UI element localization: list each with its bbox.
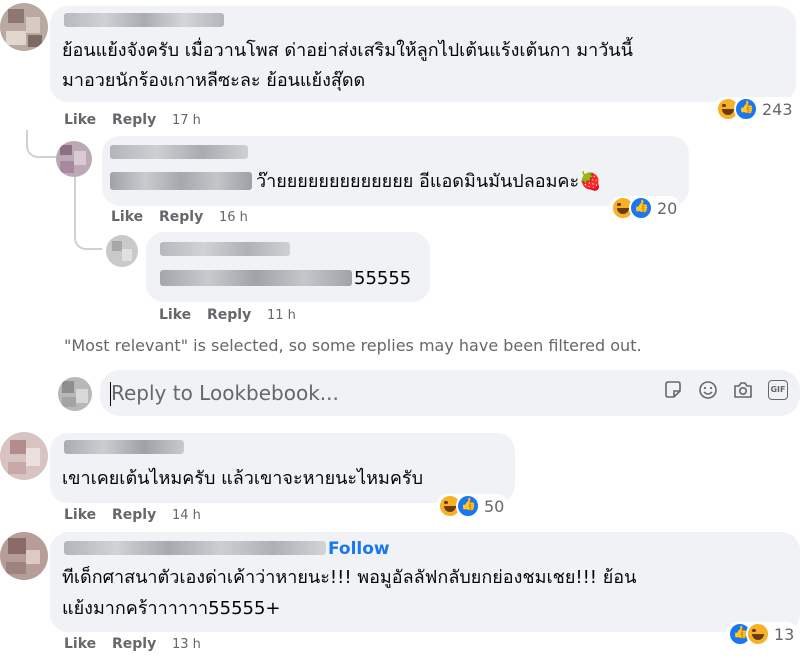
reply-input-placeholder: Reply to Lookbebook... [111,381,339,405]
reply-button[interactable]: Reply [112,507,156,523]
thread-connector [74,176,76,220]
timestamp[interactable]: 14 h [172,508,201,523]
avatar [58,377,92,411]
comment-text: เขาเคยเต้นไหมครับ แล้วเขาจะหายนะไหมครับ [62,468,424,489]
follow-button[interactable]: Follow [328,539,390,559]
reply-bubble: ว๊ายยยยยยยยยยยยย อีแอดมินมันปลอมคะ🍓 [102,136,689,206]
comment-bubble: ย้อนแย้งจังครับ เมื่อวานโพส ด่าอย่าส่งเส… [50,6,796,102]
reply-input[interactable]: Reply to Lookbebook... GIF [100,370,800,416]
comment-text: ว๊ายยยยยยยยยยยยย อีแอดมินมันปลอมคะ🍓 [256,171,602,192]
reaction-summary[interactable]: 243 [714,97,797,121]
comment-bubble: เขาเคยเต้นไหมครับ แล้วเขาจะหายนะไหมครับ [50,433,515,503]
reply-button[interactable]: Reply [207,307,251,323]
reply-bubble: 55555 [146,232,430,302]
camera-icon[interactable] [733,380,753,400]
timestamp[interactable]: 11 h [267,308,296,323]
reaction-count: 13 [774,624,795,644]
author-name-redacted [160,242,290,256]
avatar[interactable] [56,141,92,177]
sticker-icon[interactable] [663,380,683,400]
avatar[interactable] [0,3,48,51]
reaction-summary[interactable]: 13 [726,622,799,646]
emoji-icon[interactable] [698,380,718,400]
avatar[interactable] [0,532,48,580]
like-icon [629,196,653,220]
author-name-redacted [64,13,224,27]
reaction-summary[interactable]: 20 [609,196,682,220]
reaction-count: 50 [484,496,505,516]
haha-icon [746,622,770,646]
comment-text-redacted [160,270,352,286]
like-button[interactable]: Like [64,507,96,523]
avatar[interactable] [106,235,138,267]
author-name-redacted [110,145,248,159]
reaction-count: 20 [657,198,678,218]
like-button[interactable]: Like [159,307,191,323]
like-button[interactable]: Like [64,636,96,652]
reply-button[interactable]: Reply [112,636,156,652]
author-name-redacted [64,541,326,555]
gif-label: GIF [770,385,786,394]
like-icon [734,97,758,121]
reaction-count: 243 [762,99,793,119]
comment-text: ทีเด็กศาสนาตัวเองด่าเค้าว่าหายนะ!!! พอมู… [62,567,637,588]
comment-text-redacted [110,172,252,190]
like-icon [456,494,480,518]
timestamp[interactable]: 17 h [172,113,201,128]
comment-bubble: Follow ทีเด็กศาสนาตัวเองด่าเค้าว่าหายนะ!… [50,532,800,632]
avatar[interactable] [0,432,48,480]
thread-connector [74,218,102,250]
like-button[interactable]: Like [111,209,143,225]
reply-button[interactable]: Reply [112,112,156,128]
author-name-redacted [64,440,184,454]
filter-notice: "Most relevant" is selected, so some rep… [64,336,642,355]
thread-connector [26,130,56,158]
timestamp[interactable]: 13 h [172,637,201,652]
comment-text: แย้งมากคร้าาาาาา55555+ [62,598,281,619]
gif-icon[interactable]: GIF [768,380,788,400]
reply-button[interactable]: Reply [159,209,203,225]
timestamp[interactable]: 16 h [219,210,248,225]
comment-text: 55555 [354,268,412,289]
like-button[interactable]: Like [64,112,96,128]
reaction-summary[interactable]: 50 [436,494,509,518]
comment-text: ย้อนแย้งจังครับ เมื่อวานโพส ด่าอย่าส่งเส… [62,40,633,61]
comment-text: มาอวยนักร้องเกาหลีซะละ ย้อนแย้งสุ๊ดด [62,70,366,91]
